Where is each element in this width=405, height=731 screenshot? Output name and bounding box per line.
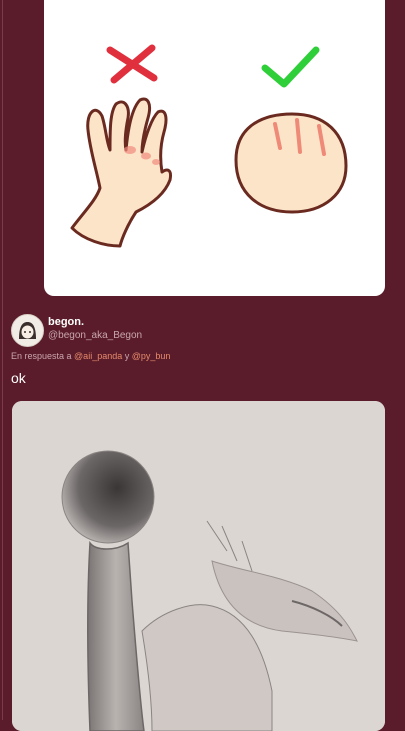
thread-line [2,0,3,720]
tweet-media-image[interactable] [12,401,385,731]
mention-link[interactable]: @py_bun [132,351,171,361]
tweet-text: ok [11,370,26,386]
cross-icon [106,44,158,84]
user-handle[interactable]: @begon_aka_Begon [48,330,142,341]
avatar[interactable] [11,314,44,347]
hand-vs-ball-illustration [70,44,348,248]
avatar-drawing [12,315,43,346]
pencil-sketch-illustration [12,401,385,731]
reply-prefix: En respuesta a [11,351,75,361]
reply-context: En respuesta a @aii_panda y @py_bun [11,351,170,361]
mention-link[interactable]: @aii_panda [74,351,122,361]
previous-tweet-image[interactable] [44,0,385,296]
ball-drawing [234,112,348,214]
hand-drawing [70,97,172,248]
check-icon [261,46,320,88]
reply-joiner: y [122,351,132,361]
display-name[interactable]: begon. [48,316,84,328]
